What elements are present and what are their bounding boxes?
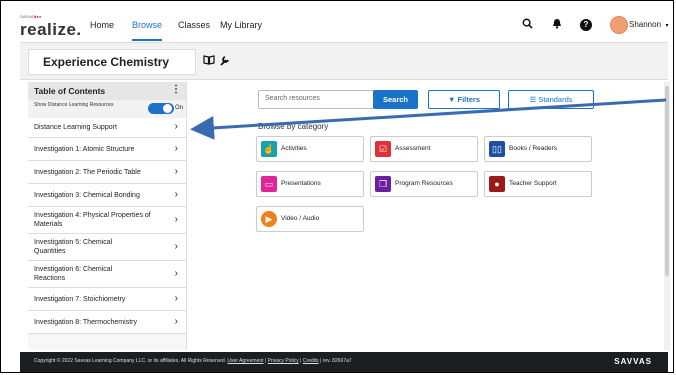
category-label: Presentations xyxy=(281,180,321,187)
toc-item-label: Investigation 8: Thermochemistry xyxy=(34,319,137,326)
toc-item-label: Investigation 3: Chemical Bonding xyxy=(34,192,140,199)
book-icon: ▯▯ xyxy=(489,141,505,157)
copy-icon: ❐ xyxy=(375,176,391,192)
toc-item-label: Investigation 6: Chemical Reactions xyxy=(34,266,113,282)
category-label: Activities xyxy=(281,145,307,152)
user-name[interactable]: Shannon xyxy=(629,20,661,29)
privacy-policy-link[interactable]: Privacy Policy xyxy=(268,358,299,364)
chevron-right-icon: › xyxy=(174,293,178,304)
logo-dots: ●●● xyxy=(34,14,42,19)
revision-text: rev. 82667a7 xyxy=(322,358,352,364)
chevron-right-icon: › xyxy=(174,121,178,132)
scrollbar-thumb[interactable] xyxy=(665,86,669,276)
category-books-readers[interactable]: ▯▯ Books / Readers xyxy=(484,136,592,162)
toc-item-distance-learning[interactable]: Distance Learning Support › xyxy=(28,118,186,138)
filters-label: Filters xyxy=(457,95,481,104)
search-input[interactable]: Search resources xyxy=(258,90,374,109)
chevron-right-icon: › xyxy=(174,268,178,279)
chevron-right-icon: › xyxy=(174,189,178,200)
program-header: Experience Chemistry xyxy=(20,42,668,80)
toc-item-investigation-4[interactable]: Investigation 4: Physical Properties of … xyxy=(28,207,186,234)
category-program-resources[interactable]: ❐ Program Resources xyxy=(370,171,478,197)
book-open-icon[interactable] xyxy=(203,55,215,68)
category-assessment[interactable]: ☑ Assessment xyxy=(370,136,478,162)
nav-home[interactable]: Home xyxy=(90,20,114,30)
category-teacher-support[interactable]: ● Teacher Support xyxy=(484,171,592,197)
toggle-state: On xyxy=(175,105,184,111)
user-agreement-link[interactable]: User Agreement xyxy=(227,358,263,364)
help-icon[interactable]: ? xyxy=(580,19,592,31)
play-icon: ▶ xyxy=(261,211,277,227)
nav-browse[interactable]: Browse xyxy=(132,20,163,41)
category-label: Teacher Support xyxy=(509,180,557,187)
toc-item-label: Investigation 7: Stoichiometry xyxy=(34,296,126,303)
chevron-right-icon: › xyxy=(174,316,178,327)
toc-item-label: Distance Learning Support xyxy=(34,124,117,131)
nav-my-library[interactable]: My Library xyxy=(220,20,262,30)
search-button[interactable]: Search xyxy=(373,90,418,109)
standards-button[interactable]: ☰ Standards xyxy=(508,90,594,109)
top-nav: SAVVAS ●●● realize. Home Browse Classes … xyxy=(20,12,669,288)
toc-title: Table of Contents xyxy=(34,86,106,96)
nav-classes[interactable]: Classes xyxy=(178,20,210,30)
browse-main: Search resources Search ▼ Filters ☰ Stan… xyxy=(188,82,663,350)
toggle-knob xyxy=(163,104,172,113)
toc-item-investigation-7[interactable]: Investigation 7: Stoichiometry › xyxy=(28,288,186,311)
distance-learning-toggle-row: Show Distance Learning Resources On xyxy=(28,100,186,119)
category-label: Assessment xyxy=(395,145,431,152)
toc-item-investigation-5[interactable]: Investigation 5: Chemical Quantities › xyxy=(28,234,186,261)
filter-icon: ▼ xyxy=(447,95,456,104)
category-label: Program Resources xyxy=(395,180,453,187)
apple-icon: ● xyxy=(489,176,505,192)
footer-text: Copyright © 2022 Savvas Learning Company… xyxy=(34,358,352,364)
category-presentations[interactable]: ▭ Presentations xyxy=(256,171,364,197)
toc-item-investigation-1[interactable]: Investigation 1: Atomic Structure › xyxy=(28,138,186,161)
standards-label: Standards xyxy=(538,95,573,104)
list-icon: ☰ xyxy=(529,95,537,104)
chevron-down-icon[interactable]: ▾ xyxy=(660,19,674,33)
toggle-label: Show Distance Learning Resources xyxy=(34,102,114,108)
kebab-menu-icon[interactable]: ⋮ xyxy=(171,84,181,95)
distance-learning-toggle[interactable] xyxy=(148,103,174,114)
chevron-right-icon: › xyxy=(174,214,178,225)
wrench-icon[interactable] xyxy=(219,55,230,69)
chevron-right-icon: › xyxy=(174,241,178,252)
main-scrollbar[interactable] xyxy=(664,82,670,350)
toc-header: Table of Contents ⋮ xyxy=(28,82,186,100)
search-placeholder: Search resources xyxy=(265,95,320,102)
toc-item-label: Investigation 1: Atomic Structure xyxy=(34,146,135,153)
toc-item-investigation-3[interactable]: Investigation 3: Chemical Bonding › xyxy=(28,184,186,207)
savvas-brand: SAVVAS xyxy=(614,357,652,366)
filters-button[interactable]: ▼ Filters xyxy=(428,90,500,109)
chevron-right-icon: › xyxy=(174,143,178,154)
category-activities[interactable]: ☝ Activities xyxy=(256,136,364,162)
toc-item-investigation-6[interactable]: Investigation 6: Chemical Reactions › xyxy=(28,261,186,288)
presentation-icon: ▭ xyxy=(261,176,277,192)
chevron-right-icon: › xyxy=(174,166,178,177)
toc-item-label: Investigation 4: Physical Properties of … xyxy=(34,212,151,228)
toc-item-label: Investigation 5: Chemical Quantities xyxy=(34,239,113,255)
hand-pointer-icon: ☝ xyxy=(261,141,277,157)
avatar[interactable] xyxy=(610,16,628,34)
program-title-box: Experience Chemistry xyxy=(28,49,196,75)
search-icon[interactable] xyxy=(520,18,534,32)
table-of-contents: Table of Contents ⋮ Show Distance Learni… xyxy=(28,82,187,350)
category-video-audio[interactable]: ▶ Video / Audio xyxy=(256,206,364,232)
category-heading: Browse by category xyxy=(258,122,329,131)
category-label: Video / Audio xyxy=(281,215,320,222)
copyright-text: Copyright © 2022 Savvas Learning Company… xyxy=(34,358,227,364)
credits-link[interactable]: Credits xyxy=(303,358,319,364)
footer: Copyright © 2022 Savvas Learning Company… xyxy=(20,352,668,372)
category-label: Books / Readers xyxy=(509,145,558,152)
page-title: Experience Chemistry xyxy=(43,55,170,69)
bell-icon[interactable] xyxy=(550,18,564,32)
toc-item-investigation-8[interactable]: Investigation 8: Thermochemistry › xyxy=(28,311,186,334)
realize-logo[interactable]: SAVVAS ●●● realize. xyxy=(20,14,495,288)
toc-item-investigation-2[interactable]: Investigation 2: The Periodic Table › xyxy=(28,161,186,184)
checkbox-icon: ☑ xyxy=(375,141,391,157)
toc-item-label: Investigation 2: The Periodic Table xyxy=(34,169,141,176)
